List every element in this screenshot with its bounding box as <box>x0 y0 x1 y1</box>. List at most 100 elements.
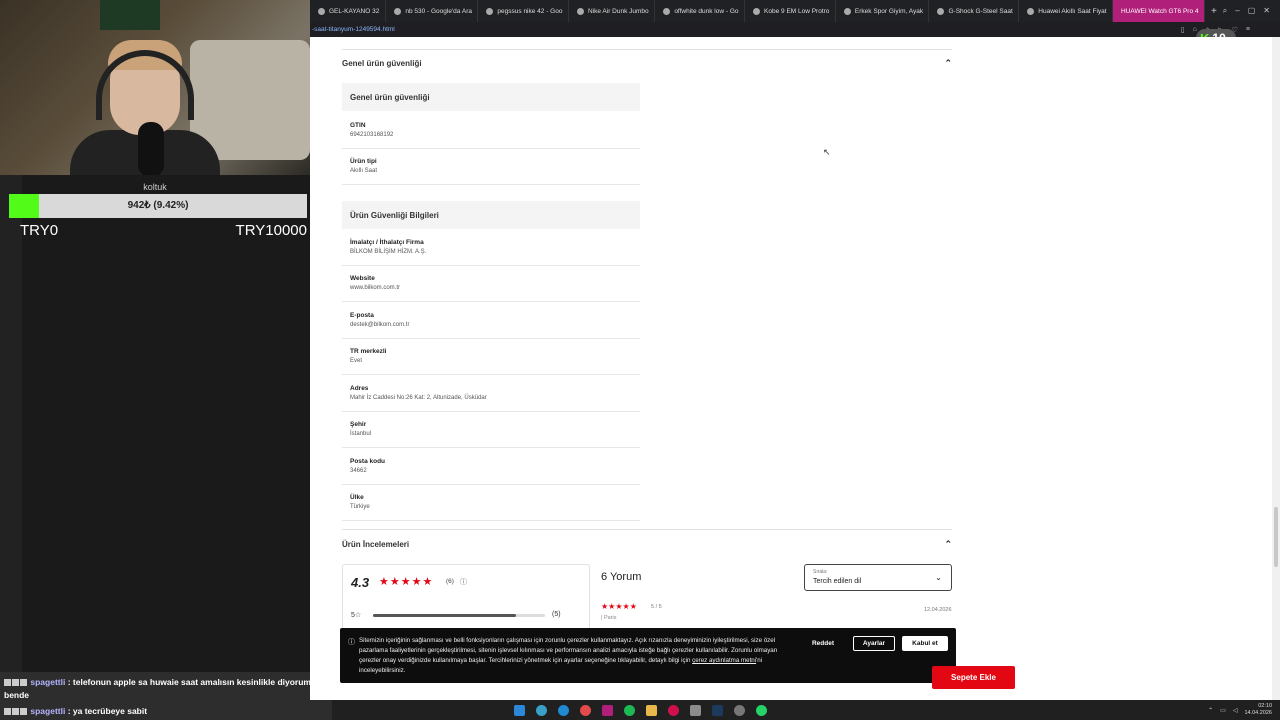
scrollbar-thumb[interactable] <box>1274 507 1278 567</box>
obs-icon[interactable] <box>690 704 701 716</box>
page-scrollbar[interactable] <box>1272 37 1280 700</box>
safety-value: İstanbul <box>350 431 372 437</box>
safety-value: Türkiye <box>350 504 370 510</box>
opera-gx-icon[interactable] <box>668 704 679 716</box>
browser-tab[interactable]: offwhite dunk low - Go <box>655 0 746 22</box>
system-clock[interactable]: 02:10 14.04.2026 <box>1244 703 1272 717</box>
safety-row: Adres Mahir İz Caddesi No:26 Kat: 2, Alt… <box>342 376 640 412</box>
chat-badge-icon <box>4 679 11 687</box>
sort-label: Sırala: <box>813 569 828 575</box>
cookie-text: Sitemizin içeriğinin sağlanması ve belli… <box>359 636 789 676</box>
favicon-icon <box>576 7 584 15</box>
browser-tab[interactable]: Erkek Spor Giyim, Ayak <box>836 0 930 22</box>
safety-value: Evet <box>350 358 363 364</box>
minimize-icon[interactable]: – <box>1235 6 1239 16</box>
review-stars-icon: ★★★★★ <box>601 602 637 611</box>
safety-row: Posta kodu 34662 <box>342 449 640 485</box>
search-icon[interactable]: ⌕ <box>1223 6 1227 16</box>
settings-icon[interactable] <box>734 704 745 716</box>
donation-goal-min: TRY0 <box>20 222 59 239</box>
clock-date: 14.04.2026 <box>1244 710 1272 716</box>
tab-label: Erkek Spor Giyim, Ayak <box>854 7 924 15</box>
favicon-icon <box>318 7 325 15</box>
cookie-settings-button[interactable]: Ayarlar <box>853 636 895 651</box>
network-icon[interactable]: ▭ <box>1220 707 1226 714</box>
browser-tab[interactable]: Nike Air Dunk Jumbo <box>569 0 656 22</box>
rating-summary-card: 4.3 ★★★★★ (6) ⓘ 5☆ (5) <box>342 564 590 636</box>
reviews-section-header[interactable]: Ürün İncelemeleri ⌃ <box>342 530 952 558</box>
new-tab-icon[interactable]: + <box>1205 6 1223 17</box>
safety-row: Şehir İstanbul <box>342 412 640 448</box>
browser-tab-active[interactable]: HUAWEI Watch GT6 Pro 4 <box>1112 0 1205 22</box>
safety-row: TR merkezli Evet <box>342 339 640 375</box>
chevron-up-icon[interactable]: ⌃ <box>944 539 952 550</box>
tab-label: nb 530 - Google'da Ara <box>405 7 472 15</box>
browser-tab[interactable]: nb 530 - Google'da Ara <box>386 0 479 22</box>
chat-username: spagettli <box>30 706 66 716</box>
address-bar[interactable]: -saat-titanyum-1249594.html ▯ ⌂ ◈ ▷ ♡ ≡ <box>310 22 1280 37</box>
favicon-icon <box>843 7 851 15</box>
windows-start-icon[interactable] <box>514 704 525 716</box>
safety-group-header: Ürün Güvenliği Bilgileri <box>342 201 640 229</box>
opera-icon[interactable] <box>602 704 613 716</box>
safety-value: Mahir İz Caddesi No:26 Kat: 2, Altunizad… <box>350 395 487 401</box>
safety-row: İmalatçı / İthalatçı Firma BİLKOM BİLİŞİ… <box>342 230 640 266</box>
steam-icon[interactable] <box>712 704 723 716</box>
spotify-icon[interactable] <box>624 704 635 716</box>
sort-select[interactable]: Sırala: Tercih edilen dil ⌄ <box>804 564 952 591</box>
product-page: Genel ürün güvenliği ⌃ Genel ürün güvenl… <box>310 37 1272 700</box>
chevron-down-icon: ⌄ <box>935 573 942 582</box>
copilot-icon[interactable] <box>536 704 547 716</box>
reviews-section-title: Ürün İncelemeleri <box>342 539 410 549</box>
sort-value: Tercih edilen dil <box>813 578 862 585</box>
safety-group-header: Genel ürün güvenliği <box>342 83 640 111</box>
reject-cookies-button[interactable]: Reddet <box>806 636 840 651</box>
safety-value: www.bilkom.com.tr <box>350 285 401 291</box>
chat-badge-icon <box>20 679 27 687</box>
maximize-icon[interactable]: ▢ <box>1248 6 1256 16</box>
chat-badge-icon <box>12 708 19 716</box>
safety-value: Akıllı Saat <box>350 168 378 174</box>
close-icon[interactable]: ✕ <box>1263 6 1270 16</box>
chevron-up-icon[interactable]: ⌃ <box>1208 707 1213 714</box>
taskbar-apps <box>514 704 767 716</box>
cookie-policy-link[interactable]: çerez aydınlatma metni <box>692 657 756 664</box>
safety-section-header[interactable]: Genel ürün güvenliği ⌃ <box>342 49 952 77</box>
tab-label: offwhite dunk low - Go <box>674 7 739 15</box>
review-author: | Paris <box>601 615 617 621</box>
volume-icon[interactable]: ◁ <box>1233 707 1238 714</box>
donation-goal-bar: 942₺ (9.42%) <box>9 194 307 218</box>
browser-tab[interactable]: G-Shock G-Steel Saat <box>929 0 1020 22</box>
overlay-left-strip <box>0 175 22 672</box>
sidebar-icon[interactable]: ▯ <box>1181 26 1185 34</box>
info-icon: ⓘ <box>348 639 355 646</box>
browser-tab[interactable]: Kobe 9 EM Low Protro <box>745 0 836 22</box>
chat-badge-icon <box>20 708 27 716</box>
chrome-icon[interactable] <box>580 704 591 716</box>
safety-value: 6942103168192 <box>350 132 394 138</box>
tab-label: Nike Air Dunk Jumbo <box>587 7 649 15</box>
add-to-cart-button[interactable]: Sepete Ekle <box>932 666 1015 689</box>
star-bar-track <box>373 614 545 617</box>
bookmark-icon[interactable]: ⌂ <box>1193 26 1197 34</box>
google-icon <box>663 7 671 15</box>
rating-value: 4.3 <box>351 575 370 590</box>
info-icon[interactable]: ⓘ <box>460 577 467 587</box>
clock-time: 02:10 <box>1258 703 1272 709</box>
stream-chat: spagettli : telefonun apple sa huwaie sa… <box>0 672 332 720</box>
accept-cookies-button[interactable]: Kabul et <box>902 636 948 651</box>
browser-tab[interactable]: Huawei Akıllı Saat Fiyat <box>1019 0 1113 22</box>
tab-label: HUAWEI Watch GT6 Pro 4 <box>1120 7 1199 15</box>
chevron-up-icon[interactable]: ⌃ <box>944 58 952 69</box>
tab-label: G-Shock G-Steel Saat <box>948 7 1013 15</box>
url-text[interactable]: -saat-titanyum-1249594.html <box>310 26 395 33</box>
browser-tab[interactable]: pegssus nike 42 - Goo <box>478 0 569 22</box>
folder-icon[interactable] <box>646 704 657 716</box>
menu-icon[interactable]: ≡ <box>1246 26 1250 34</box>
browser-tab[interactable]: GEL-KAYANO 32 <box>310 0 387 22</box>
safety-row: Ürün tipi Akıllı Saat <box>342 149 640 185</box>
webcam-feed <box>0 0 310 175</box>
microphone <box>138 122 164 175</box>
edge-icon[interactable] <box>558 704 569 716</box>
whatsapp-icon[interactable] <box>756 704 767 716</box>
